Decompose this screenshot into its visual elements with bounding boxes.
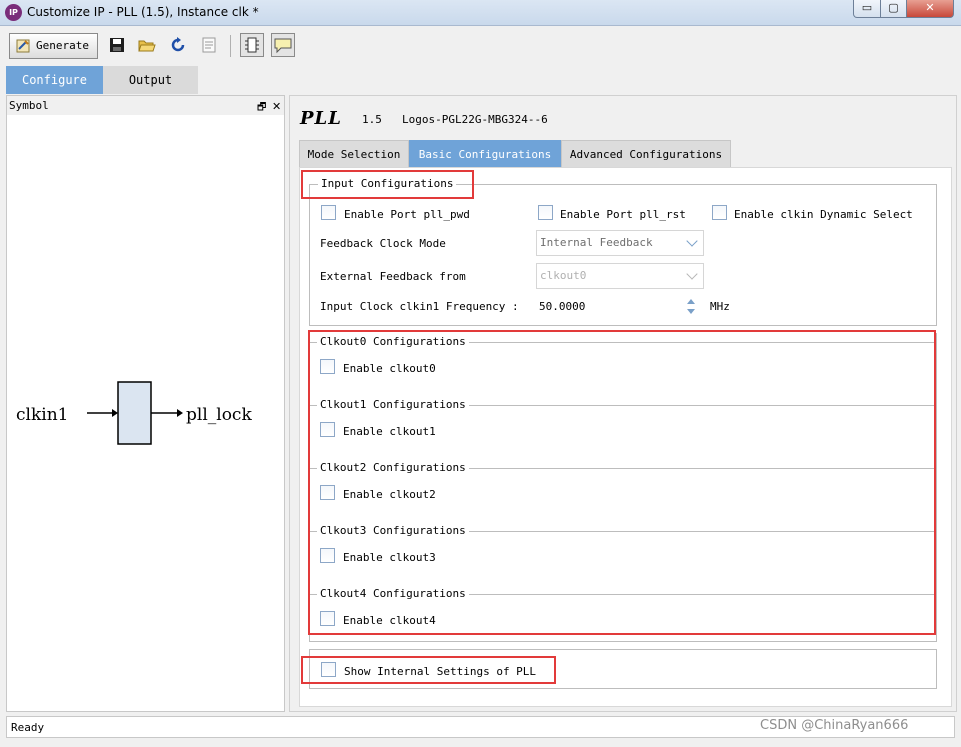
symbol-header: Symbol 🗗 ✕ [7, 96, 284, 115]
config-panel: PLL 1.5 Logos-PGL22G-MBG324--6 Mode Sele… [289, 95, 957, 712]
feedback-mode-label: Feedback Clock Mode [320, 237, 446, 250]
maximize-button[interactable]: ▢ [880, 0, 907, 18]
basic-config-content: Input Configurations Enable Port pll_pwd… [299, 167, 952, 707]
app-icon: IP [5, 4, 22, 21]
show-internal-settings-label: Show Internal Settings of PLL [344, 665, 537, 678]
feedback-mode-value: Internal Feedback [540, 236, 653, 249]
pll-block [117, 381, 152, 445]
title-bar: IP Customize IP - PLL (1.5), Instance cl… [0, 0, 961, 26]
minimize-button[interactable]: ▭ [853, 0, 881, 18]
tab-advanced-configurations[interactable]: Advanced Configurations [561, 140, 731, 167]
symbol-view-toggle[interactable] [240, 33, 264, 57]
external-feedback-select[interactable]: clkout0 [536, 263, 704, 289]
output-port-label: pll_lock [186, 405, 252, 425]
generate-button[interactable]: Generate [9, 33, 98, 59]
input-config-title: Input Configurations [318, 177, 457, 191]
tab-output[interactable]: Output [103, 66, 198, 94]
chevron-down-icon [686, 235, 698, 247]
watermark: CSDN @ChinaRyan666 [760, 718, 909, 733]
show-internal-settings-checkbox[interactable] [321, 662, 336, 677]
enable-pll-rst-checkbox[interactable] [538, 205, 553, 220]
tab-configure[interactable]: Configure [6, 66, 103, 94]
close-window-button[interactable]: ✕ [906, 0, 954, 18]
tab-mode-selection[interactable]: Mode Selection [299, 140, 409, 167]
tab-basic-configurations[interactable]: Basic Configurations [409, 140, 561, 167]
enable-dynamic-select-checkbox[interactable] [712, 205, 727, 220]
save-icon[interactable] [108, 36, 126, 54]
window-title: Customize IP - PLL (1.5), Instance clk * [27, 5, 259, 19]
chevron-down-icon [686, 268, 698, 280]
chip-icon [245, 37, 259, 53]
enable-pll-rst-label: Enable Port pll_rst [560, 208, 686, 221]
spin-down-icon[interactable] [687, 309, 695, 314]
symbol-title: Symbol [9, 99, 49, 112]
toolbar-separator [230, 35, 231, 57]
external-feedback-value: clkout0 [540, 269, 587, 282]
close-panel-icon[interactable]: ✕ [272, 97, 281, 116]
input-arrow-icon [112, 409, 118, 417]
document-icon[interactable] [200, 36, 218, 54]
symbol-panel: Symbol 🗗 ✕ clkin1 pll_lock [6, 95, 285, 712]
enable-pll-pwd-checkbox[interactable] [321, 205, 336, 220]
enable-dynamic-select-label: Enable clkin Dynamic Select [734, 208, 913, 221]
input-frequency-value: 50.0000 [539, 300, 586, 313]
spin-up-icon[interactable] [687, 299, 695, 304]
feedback-mode-select[interactable]: Internal Feedback [536, 230, 704, 256]
external-feedback-label: External Feedback from [320, 270, 466, 283]
ip-name: PLL [300, 108, 342, 129]
input-config-group: Input Configurations Enable Port pll_pwd… [309, 177, 937, 326]
output-arrow-icon [177, 409, 183, 417]
clkout-frame [309, 333, 937, 642]
toolbar: Generate [0, 27, 961, 64]
speech-bubble-icon [274, 38, 292, 54]
comment-toggle[interactable] [271, 33, 295, 57]
device-name: Logos-PGL22G-MBG324--6 [402, 113, 548, 126]
input-port-label: clkin1 [16, 405, 68, 425]
symbol-diagram: clkin1 pll_lock [16, 381, 252, 445]
generate-label: Generate [36, 39, 89, 52]
ip-version: 1.5 [362, 113, 382, 126]
input-frequency-label: Input Clock clkin1 Frequency : [320, 300, 519, 313]
frequency-unit: MHz [710, 300, 730, 313]
internal-settings-group: Show Internal Settings of PLL [309, 649, 937, 689]
status-text: Ready [11, 721, 45, 734]
input-frequency-spinbox[interactable]: 50.0000 [539, 296, 702, 318]
generate-icon [16, 39, 30, 53]
open-folder-icon[interactable] [138, 36, 156, 54]
enable-pll-pwd-label: Enable Port pll_pwd [344, 208, 470, 221]
refresh-icon[interactable] [169, 36, 187, 54]
